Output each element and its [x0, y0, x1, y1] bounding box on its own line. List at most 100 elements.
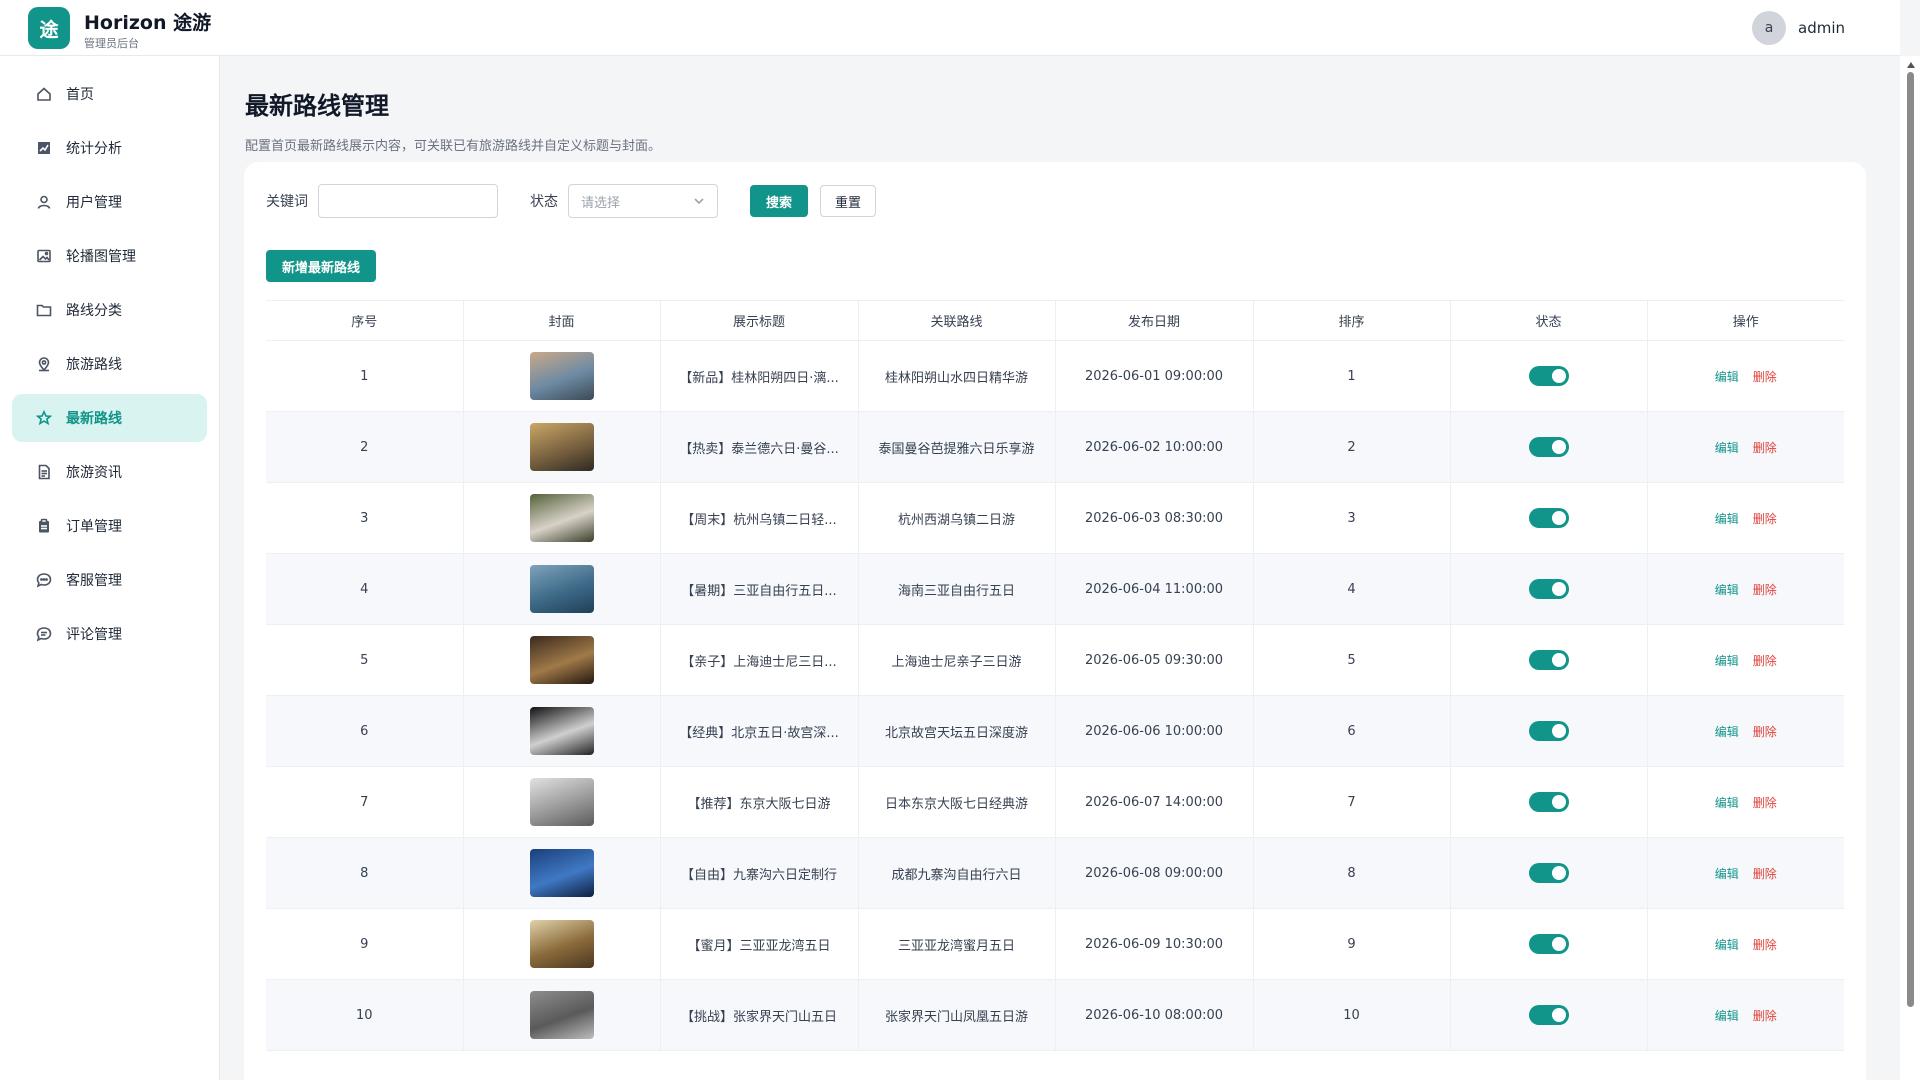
delete-link[interactable]: 删除 [1753, 1009, 1777, 1023]
edit-link[interactable]: 编辑 [1715, 441, 1739, 455]
status-toggle[interactable] [1528, 1005, 1569, 1025]
delete-link[interactable]: 删除 [1753, 441, 1777, 455]
edit-link[interactable]: 编辑 [1715, 938, 1739, 952]
table-header-row: 序号 封面 展示标题 关联路线 发布日期 排序 状态 操作 [266, 300, 1844, 341]
column-header: 封面 [462, 300, 660, 341]
delete-link[interactable]: 删除 [1753, 725, 1777, 739]
delete-link[interactable]: 删除 [1753, 938, 1777, 952]
cell-actions: 编辑 删除 [1646, 624, 1844, 696]
sidebar-item-comment[interactable]: 评论管理 [12, 610, 207, 658]
status-toggle[interactable] [1528, 437, 1569, 457]
column-header: 展示标题 [659, 300, 858, 341]
cell-no: 2 [266, 411, 463, 483]
sidebar-item-image[interactable]: 轮播图管理 [12, 232, 207, 280]
cell-sort: 9 [1252, 908, 1450, 980]
cell-sort: 8 [1252, 837, 1450, 909]
status-select[interactable]: 请选择 [568, 184, 718, 218]
edit-link[interactable]: 编辑 [1715, 796, 1739, 810]
keyword-input[interactable] [318, 184, 498, 218]
sidebar-item-home[interactable]: 首页 [12, 70, 207, 118]
cover-image [529, 991, 594, 1039]
column-header: 序号 [266, 300, 463, 341]
toggle-knob [1551, 724, 1566, 738]
cell-no: 1 [266, 340, 463, 412]
status-toggle[interactable] [1528, 508, 1569, 528]
delete-link[interactable]: 删除 [1753, 583, 1777, 597]
cell-title: 【经典】北京五日·故宫深... [659, 695, 858, 767]
sidebar-item-clipboard[interactable]: 订单管理 [12, 502, 207, 550]
column-header: 排序 [1252, 300, 1450, 341]
edit-link[interactable]: 编辑 [1715, 370, 1739, 384]
cell-cover [462, 837, 660, 909]
image-icon [36, 248, 52, 264]
status-toggle[interactable] [1528, 721, 1569, 741]
sidebar-item-label: 最新路线 [66, 411, 122, 427]
page-scrollbar[interactable] [1900, 56, 1920, 1080]
scrollbar-thumb[interactable] [1907, 72, 1914, 1007]
status-toggle[interactable] [1528, 863, 1569, 883]
sidebar-item-label: 路线分类 [66, 303, 122, 319]
sidebar-item-label: 首页 [66, 87, 94, 103]
chat-icon [36, 572, 52, 588]
search-button[interactable]: 搜索 [750, 185, 809, 217]
cell-sort: 1 [1252, 340, 1450, 412]
username[interactable]: admin [1798, 19, 1845, 37]
status-toggle[interactable] [1528, 934, 1569, 954]
edit-link[interactable]: 编辑 [1715, 583, 1739, 597]
cell-title: 【自由】九寨沟六日定制行 [659, 837, 858, 909]
brand-logo[interactable]: 途 [28, 7, 70, 49]
delete-link[interactable]: 删除 [1753, 867, 1777, 881]
edit-link[interactable]: 编辑 [1715, 725, 1739, 739]
cell-sort: 4 [1252, 553, 1450, 625]
table-row: 9 【蜜月】三亚亚龙湾五日 三亚亚龙湾蜜月五日 2026-06-09 10:30:00… [266, 908, 1844, 980]
sidebar-item-folder[interactable]: 路线分类 [12, 286, 207, 334]
status-toggle[interactable] [1528, 792, 1569, 812]
cell-actions: 编辑 删除 [1646, 340, 1844, 412]
delete-link[interactable]: 删除 [1753, 654, 1777, 668]
status-toggle[interactable] [1528, 366, 1569, 386]
sidebar-item-chat[interactable]: 客服管理 [12, 556, 207, 604]
cell-status [1449, 624, 1647, 696]
cell-date: 2026-06-09 10:30:00 [1054, 908, 1253, 980]
sidebar-item-label: 评论管理 [66, 627, 122, 643]
cell-title: 【暑期】三亚自由行五日... [659, 553, 858, 625]
sidebar-item-star[interactable]: 最新路线 [12, 394, 207, 442]
status-toggle[interactable] [1528, 650, 1569, 670]
cell-date: 2026-06-02 10:00:00 [1054, 411, 1253, 483]
sidebar-item-location[interactable]: 旅游路线 [12, 340, 207, 388]
edit-link[interactable]: 编辑 [1715, 1009, 1739, 1023]
cell-title: 【挑战】张家界天门山五日 [659, 979, 858, 1051]
app-name: Horizon 途游 [84, 12, 212, 34]
cell-sort: 3 [1252, 482, 1450, 554]
edit-link[interactable]: 编辑 [1715, 867, 1739, 881]
delete-link[interactable]: 删除 [1753, 512, 1777, 526]
scroll-up-arrow-icon[interactable] [1907, 62, 1915, 68]
add-latest-route-button[interactable]: 新增最新路线 [266, 250, 377, 282]
delete-link[interactable]: 删除 [1753, 370, 1777, 384]
edit-link[interactable]: 编辑 [1715, 512, 1739, 526]
toggle-knob [1551, 440, 1566, 454]
reset-button[interactable]: 重置 [820, 185, 877, 217]
user-icon [36, 194, 52, 210]
avatar[interactable]: a [1752, 11, 1786, 45]
sidebar-item-chart[interactable]: 统计分析 [12, 124, 207, 172]
status-toggle[interactable] [1528, 579, 1569, 599]
table-row: 1 【新品】桂林阳朔四日·漓... 桂林阳朔山水四日精华游 2026-06-01 09… [266, 340, 1844, 412]
chevron-down-icon [694, 198, 704, 205]
table-row: 4 【暑期】三亚自由行五日... 海南三亚自由行五日 2026-06-04 11:00… [266, 553, 1844, 625]
edit-link[interactable]: 编辑 [1715, 654, 1739, 668]
cell-sort: 10 [1252, 979, 1450, 1051]
user-menu[interactable]: a admin [1752, 11, 1845, 45]
folder-icon [36, 302, 52, 318]
delete-link[interactable]: 删除 [1753, 796, 1777, 810]
cell-route: 桂林阳朔山水四日精华游 [857, 340, 1055, 412]
sidebar: 首页统计分析用户管理轮播图管理路线分类旅游路线最新路线旅游资讯订单管理客服管理评… [0, 56, 220, 1080]
sidebar-item-user[interactable]: 用户管理 [12, 178, 207, 226]
column-header: 操作 [1646, 300, 1844, 341]
cell-cover [462, 695, 660, 767]
sidebar-item-label: 旅游路线 [66, 357, 122, 373]
cell-sort: 6 [1252, 695, 1450, 767]
column-header: 状态 [1449, 300, 1647, 341]
sidebar-item-document[interactable]: 旅游资讯 [12, 448, 207, 496]
cell-title: 【周末】杭州乌镇二日轻... [659, 482, 858, 554]
